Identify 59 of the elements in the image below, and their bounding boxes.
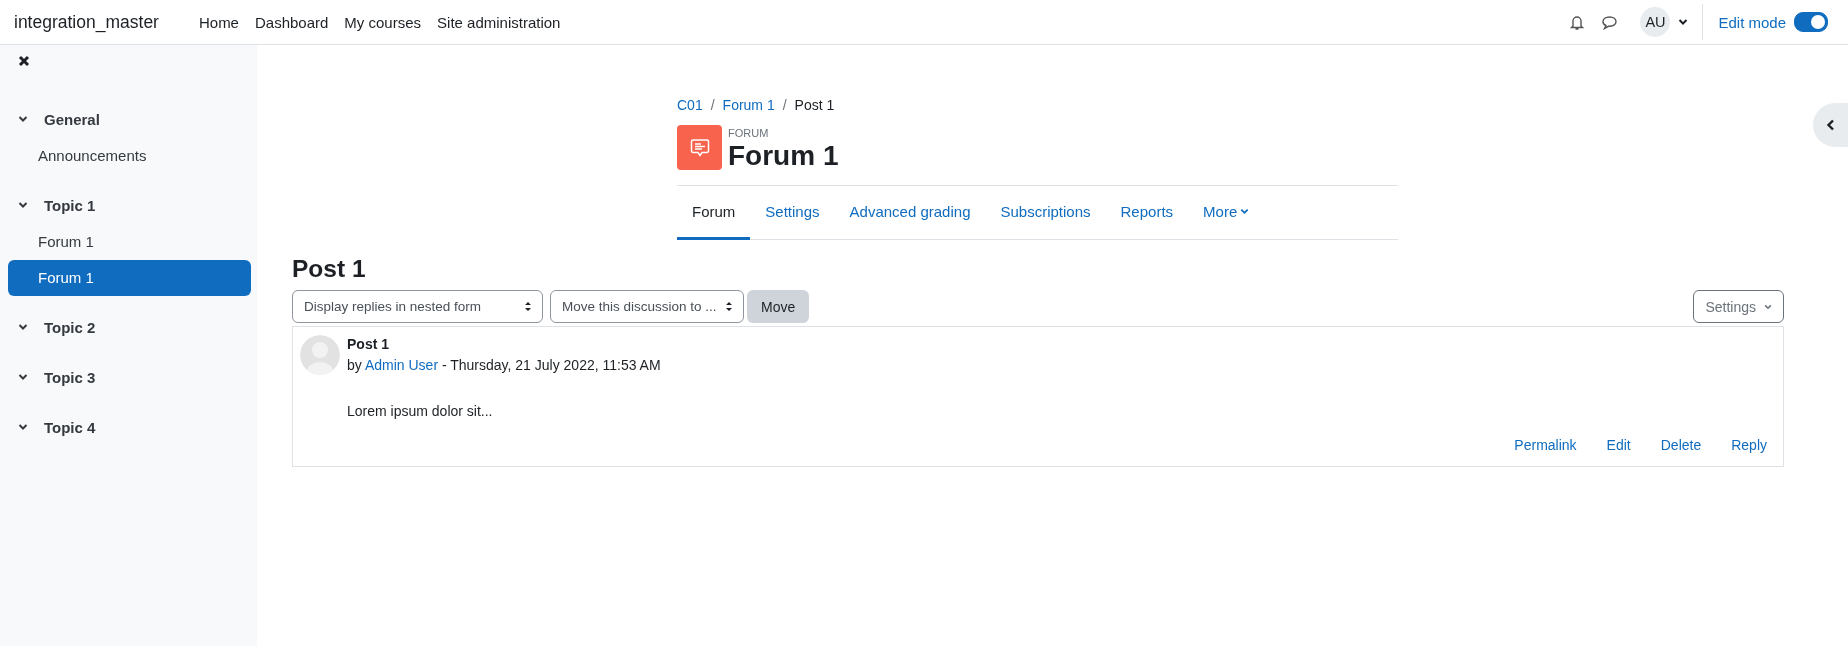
post-subject: Post 1 [347,336,390,352]
avatar-icon [300,335,340,375]
sort-arrows-icon [725,301,733,312]
chevron-icon[interactable] [18,422,28,432]
post-body: Lorem ipsum dolor sit... [347,403,494,419]
section-title[interactable]: Topic 2 [44,318,96,336]
post-action-link[interactable]: Reply [1731,437,1767,453]
chevron-icon[interactable] [18,372,28,382]
caret-icon[interactable] [1678,17,1689,27]
nav-tab[interactable]: Forum [677,186,751,240]
post-action-link[interactable]: Edit [1606,437,1631,453]
nav-tab[interactable]: Settings [750,186,835,240]
sidebar-item[interactable]: Announcements [8,138,251,174]
chevron-icon[interactable] [18,322,28,332]
edit-mode-toggle[interactable] [1794,12,1828,32]
nav-tab[interactable]: Reports [1105,186,1189,240]
close-icon[interactable] [18,55,30,67]
move-discussion-select[interactable]: Move this discussion to ... [550,290,744,323]
chevron-left-icon [1826,119,1836,131]
breadcrumb-current: Post 1 [794,97,835,113]
breadcrumb-separator: / [782,97,787,113]
nav-tab[interactable]: Subscriptions [985,186,1106,240]
nav-link[interactable]: My courses [336,13,430,31]
nav-link[interactable]: Dashboard [246,13,337,31]
sidebar-item[interactable]: Forum 1 [8,260,251,296]
activity-type-label: FORUM [728,127,770,139]
sidebar-item[interactable]: Forum 1 [8,224,251,260]
post-action-link[interactable]: Permalink [1514,437,1577,453]
caret-icon [1240,207,1250,216]
user-avatar[interactable]: AU [1640,7,1671,37]
settings-dropdown-button[interactable]: Settings [1693,290,1784,323]
breadcrumb-link[interactable]: Forum 1 [722,97,775,113]
section-title[interactable]: General [44,110,100,128]
more-menu-tab[interactable]: More [1188,186,1265,240]
section-title[interactable]: Topic 4 [44,418,96,436]
nav-tab[interactable]: Advanced grading [834,186,986,240]
move-button[interactable]: Move [747,290,810,323]
notifications-bell-icon[interactable] [1569,13,1586,31]
forum-icon [677,125,722,170]
post-action-link[interactable]: Delete [1660,437,1702,453]
breadcrumb-separator: / [710,97,715,113]
chevron-icon[interactable] [18,114,28,124]
display-mode-select[interactable]: Display replies in nested form [292,290,543,323]
caret-icon [1764,302,1772,311]
nav-link[interactable]: Home [190,13,247,31]
page-title: Forum 1 [728,140,839,172]
discussion-title: Post 1 [292,255,367,283]
sort-arrows-icon [524,301,532,312]
post-byline: by Admin User - Thursday, 21 July 2022, 11:53 AM [347,357,661,373]
site-name[interactable]: integration_master [14,11,159,33]
edit-mode-label: Edit mode [1718,13,1786,31]
nav-link[interactable]: Site administration [429,13,569,31]
messages-bubble-icon[interactable] [1601,14,1619,30]
chevron-icon[interactable] [18,200,28,210]
drawer-toggle-button[interactable] [1813,103,1848,147]
author-link[interactable]: Admin User [364,357,439,373]
section-title[interactable]: Topic 1 [44,196,96,214]
section-title[interactable]: Topic 3 [44,368,96,386]
breadcrumb-link[interactable]: C01 [677,97,703,113]
